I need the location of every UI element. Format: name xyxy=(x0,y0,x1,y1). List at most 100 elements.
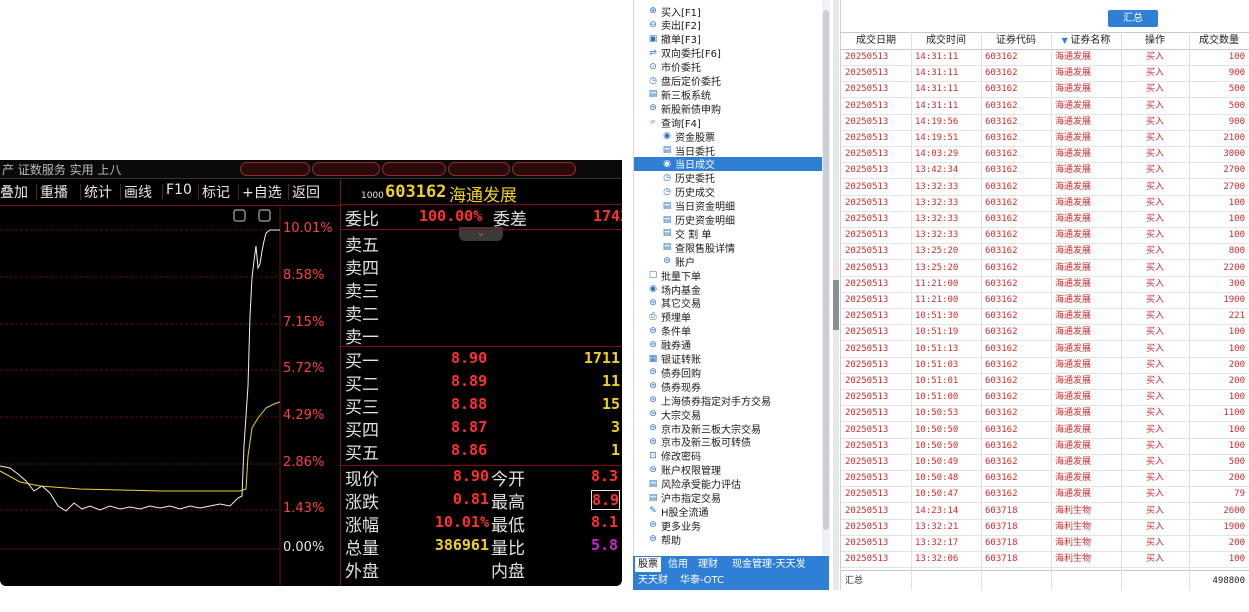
nav-item[interactable]: ⊜ 京市及新三板可转债 xyxy=(648,435,751,450)
nav-item[interactable]: ⊜ 条件单 xyxy=(648,324,691,339)
table-row[interactable]: 20250513 10:51:01 603162 海通发展 买入 200 xyxy=(841,373,1249,390)
table-row[interactable]: 20250513 14:31:11 603162 海通发展 买入 500 xyxy=(841,98,1249,115)
nav-item[interactable]: ⊙ 市价委托 xyxy=(648,60,701,75)
nav-item[interactable]: ◉ 当日成交 xyxy=(634,156,830,171)
nav-item[interactable]: ⊕ 买入[F1] xyxy=(648,4,701,19)
toolbar-button-1[interactable]: 重播 xyxy=(40,182,68,202)
nav-item[interactable]: ▤ 查限售股详情 xyxy=(662,240,735,255)
summary-button[interactable]: 汇总 xyxy=(1108,10,1158,27)
nav-item[interactable]: ⊖ 卖出[F2] xyxy=(648,18,701,33)
top-strip-button[interactable] xyxy=(382,162,446,176)
table-row[interactable]: 20250513 13:32:33 603162 海通发展 买入 100 xyxy=(841,211,1249,228)
column-header[interactable]: 证券代码 xyxy=(981,33,1051,49)
toolbar-button-2[interactable]: 统计 xyxy=(84,182,112,202)
nav-item[interactable]: ◉ 资金股票 xyxy=(662,129,715,144)
toolbar-button-6[interactable]: +自选 xyxy=(242,182,282,202)
top-strip-button[interactable] xyxy=(512,162,576,176)
top-strip-button[interactable] xyxy=(240,162,310,176)
column-header[interactable]: 成交时间 xyxy=(911,33,981,49)
toolbar-button-4[interactable]: F10 xyxy=(166,182,192,198)
column-header[interactable]: 成交数量 xyxy=(1189,33,1249,49)
table-row[interactable]: 20250513 10:50:50 603162 海通发展 买入 100 xyxy=(841,422,1249,439)
nav-tab[interactable]: 现金管理-天天发 xyxy=(729,557,809,572)
table-row[interactable]: 20250513 13:25:20 603162 海通发展 买入 800 xyxy=(841,243,1249,261)
nav-item[interactable]: ✎ H股全流通 xyxy=(648,504,708,519)
nav-tab[interactable]: 股票 xyxy=(635,557,661,572)
table-row[interactable]: 20250513 11:21:00 603162 海通发展 买入 1900 xyxy=(841,292,1249,309)
table-row[interactable]: 20250513 14:03:29 603162 海通发展 买入 3000 xyxy=(841,146,1249,164)
nav-item[interactable]: ▤ 当日资金明细 xyxy=(662,199,735,214)
column-header[interactable]: 成交日期 xyxy=(841,33,911,49)
nav-item[interactable]: ⊜ 上海债券指定对手方交易 xyxy=(648,393,771,408)
nav-item[interactable]: ▤ 当日委托 xyxy=(662,143,715,158)
nav-item[interactable]: ▤ 新三板系统 xyxy=(648,87,711,102)
table-row[interactable]: 20250513 13:32:33 603162 海通发展 买入 100 xyxy=(841,227,1249,245)
table-row[interactable]: 20250513 10:50:49 603162 海通发展 买入 500 xyxy=(841,454,1249,471)
table-row[interactable]: 20250513 10:50:53 603162 海通发展 买入 1100 xyxy=(841,405,1249,423)
table-row[interactable]: 20250513 14:23:14 603718 海利生物 买入 2600 xyxy=(841,503,1249,520)
column-header[interactable]: 操作 xyxy=(1121,33,1189,49)
table-row[interactable]: 20250513 10:50:47 603162 海通发展 买入 79 xyxy=(841,486,1249,504)
nav-item[interactable]: ⎙ 预埋单 xyxy=(648,310,691,325)
nav-item[interactable]: ⊜ 大宗交易 xyxy=(648,407,701,422)
nav-item[interactable]: ▣ 撤单[F3] xyxy=(648,32,701,47)
table-row[interactable]: 20250513 11:21:00 603162 海通发展 买入 300 xyxy=(841,276,1249,293)
top-strip-button[interactable] xyxy=(312,162,380,176)
table-row[interactable]: 20250513 14:31:11 603162 海通发展 买入 500 xyxy=(841,81,1249,99)
nav-item[interactable]: ▤ 风险承受能力评估 xyxy=(648,477,741,492)
nav-item[interactable]: ⊜ 债券现券 xyxy=(648,379,701,394)
nav-item[interactable]: ⊜ 债券回购 xyxy=(648,365,701,380)
nav-tab[interactable]: 天天财 xyxy=(635,573,671,588)
table-row[interactable]: 20250513 13:32:33 603162 海通发展 买入 2700 xyxy=(841,179,1249,196)
nav-item[interactable]: ⊜ 账户权限管理 xyxy=(648,463,721,478)
table-row[interactable]: 20250513 13:32:17 603718 海利生物 买入 200 xyxy=(841,535,1249,552)
table-row[interactable]: 20250513 14:19:56 603162 海通发展 买入 900 xyxy=(841,114,1249,131)
nav-item[interactable]: ◷ 历史委托 xyxy=(662,171,715,186)
table-row[interactable]: 20250513 14:31:11 603162 海通发展 买入 900 xyxy=(841,65,1249,83)
nav-item[interactable]: ⊜ 京市及新三板大宗交易 xyxy=(648,421,761,436)
nav-tab[interactable]: 信用 xyxy=(665,557,691,572)
nav-item[interactable]: ⌕ 查询[F4] xyxy=(648,115,700,130)
table-row[interactable]: 20250513 13:32:21 603718 海利生物 买入 1900 xyxy=(841,519,1249,536)
toolbar-button-7[interactable]: 返回 xyxy=(292,182,320,202)
table-row[interactable]: 20250513 14:19:51 603162 海通发展 买入 2100 xyxy=(841,130,1249,147)
top-strip-button[interactable] xyxy=(448,162,510,176)
table-row[interactable]: 20250513 13:32:33 603162 海通发展 买入 100 xyxy=(841,195,1249,212)
nav-item[interactable]: ⇌ 双向委托[F6] xyxy=(648,46,721,61)
nav-item[interactable]: ⊡ 修改密码 xyxy=(648,449,701,464)
nav-tab[interactable]: 华泰-OTC xyxy=(677,573,727,588)
nav-item[interactable]: ▦ 银证转账 xyxy=(648,352,701,367)
nav-item[interactable]: ▤ 交 割 单 xyxy=(662,226,712,241)
nav-item[interactable]: ⊜ 帮助 xyxy=(648,532,681,547)
table-row[interactable]: 20250513 14:31:11 603162 海通发展 买入 100 xyxy=(841,49,1249,66)
toolbar-button-0[interactable]: 叠加 xyxy=(0,182,28,202)
nav-scrollbar[interactable] xyxy=(822,0,830,555)
nav-item[interactable]: ⊜ 更多业务 xyxy=(648,518,701,533)
panel-splitter[interactable] xyxy=(833,0,839,590)
table-row[interactable]: 20250513 13:42:34 603162 海通发展 买入 2700 xyxy=(841,162,1249,180)
table-row[interactable]: 20250513 10:50:50 603162 海通发展 买入 100 xyxy=(841,438,1249,455)
nav-item[interactable]: ◉ 场内基金 xyxy=(648,282,701,297)
table-row[interactable]: 20250513 10:51:30 603162 海通发展 买入 221 xyxy=(841,308,1249,326)
table-row[interactable]: 20250513 13:25:20 603162 海通发展 买入 2200 xyxy=(841,260,1249,277)
nav-item[interactable]: ▢ 批量下单 xyxy=(648,268,701,283)
nav-item[interactable]: ▤ 沪市指定交易 xyxy=(648,491,721,506)
collapse-handle[interactable] xyxy=(833,280,839,330)
nav-item[interactable]: ⊜ 新股新债申购 xyxy=(648,101,721,116)
toolbar-button-5[interactable]: 标记 xyxy=(202,182,230,202)
table-row[interactable]: 20250513 10:51:19 603162 海通发展 买入 100 xyxy=(841,324,1249,342)
table-row[interactable]: 20250513 10:50:48 603162 海通发展 买入 200 xyxy=(841,470,1249,488)
nav-item[interactable]: ⊜ 融券通 xyxy=(648,338,691,353)
table-row[interactable]: 20250513 10:51:03 603162 海通发展 买入 200 xyxy=(841,357,1249,374)
nav-tab[interactable]: 理财 xyxy=(695,557,721,572)
column-header[interactable]: ▼ 证券名称 xyxy=(1051,33,1121,49)
table-row[interactable]: 20250513 10:51:13 603162 海通发展 买入 100 xyxy=(841,341,1249,358)
nav-item[interactable]: ⊜ 账户 xyxy=(662,254,695,269)
nav-scrollbar-thumb[interactable] xyxy=(823,10,829,530)
table-row[interactable]: 20250513 13:32:06 603718 海利生物 买入 100 xyxy=(841,551,1249,569)
toolbar-button-3[interactable]: 画线 xyxy=(124,182,152,202)
nav-item[interactable]: ▤ 历史资金明细 xyxy=(662,213,735,228)
table-row[interactable]: 20250513 10:51:00 603162 海通发展 买入 100 xyxy=(841,389,1249,407)
nav-item[interactable]: ⊜ 其它交易 xyxy=(648,296,701,311)
nav-item[interactable]: ◷ 历史成交 xyxy=(662,185,715,200)
